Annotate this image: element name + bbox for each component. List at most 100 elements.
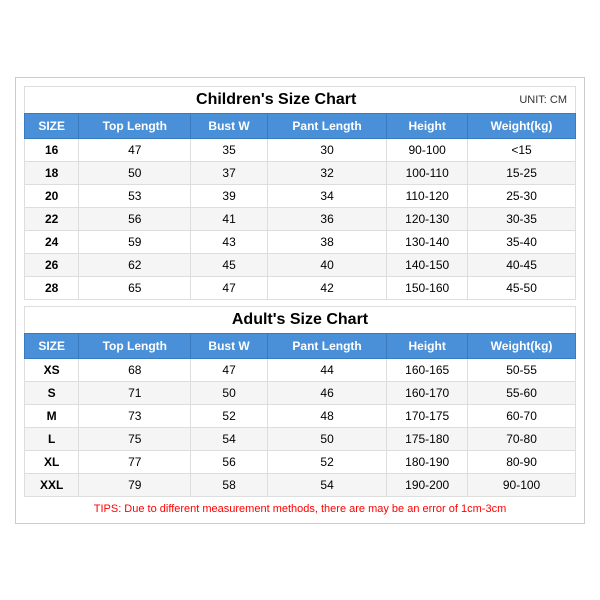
adult-col-top-length: Top Length [79, 333, 191, 358]
adult-chart-header: Adult's Size Chart [24, 306, 576, 333]
table-cell: 47 [191, 358, 268, 381]
table-row: XL775652180-19080-90 [25, 450, 576, 473]
table-cell: 30 [267, 138, 386, 161]
table-cell: 50 [267, 427, 386, 450]
table-cell: 170-175 [387, 404, 468, 427]
table-cell: 50 [79, 161, 191, 184]
table-cell: 150-160 [387, 276, 468, 299]
table-cell: 45 [191, 253, 268, 276]
table-row: 20533934110-12025-30 [25, 184, 576, 207]
table-cell: 46 [267, 381, 386, 404]
table-cell: 73 [79, 404, 191, 427]
table-cell: 140-150 [387, 253, 468, 276]
table-cell: 34 [267, 184, 386, 207]
adult-chart-title: Adult's Size Chart [33, 311, 567, 329]
tips-text: TIPS: Due to different measurement metho… [24, 503, 576, 515]
table-cell: 40 [267, 253, 386, 276]
table-row: XS684744160-16550-55 [25, 358, 576, 381]
table-row: 24594338130-14035-40 [25, 230, 576, 253]
table-cell: 55-60 [468, 381, 576, 404]
table-cell: 48 [267, 404, 386, 427]
children-chart-title: Children's Size Chart [33, 91, 519, 109]
table-cell: 36 [267, 207, 386, 230]
table-cell: 25-30 [468, 184, 576, 207]
table-cell: 68 [79, 358, 191, 381]
table-cell: 16 [25, 138, 79, 161]
table-cell: L [25, 427, 79, 450]
table-cell: 160-170 [387, 381, 468, 404]
adult-table-body: XS684744160-16550-55S715046160-17055-60M… [25, 358, 576, 496]
adult-table-header-row: SIZE Top Length Bust W Pant Length Heigh… [25, 333, 576, 358]
col-top-length: Top Length [79, 113, 191, 138]
table-cell: 47 [79, 138, 191, 161]
table-row: 1647353090-100<15 [25, 138, 576, 161]
table-cell: 180-190 [387, 450, 468, 473]
size-chart-container: Children's Size Chart UNIT: CM SIZE Top … [15, 77, 585, 524]
col-weight: Weight(kg) [468, 113, 576, 138]
table-cell: 77 [79, 450, 191, 473]
table-cell: 50 [191, 381, 268, 404]
col-pant-length: Pant Length [267, 113, 386, 138]
adult-size-table: SIZE Top Length Bust W Pant Length Heigh… [24, 333, 576, 497]
table-cell: 37 [191, 161, 268, 184]
table-cell: 40-45 [468, 253, 576, 276]
table-cell: 53 [79, 184, 191, 207]
table-cell: 79 [79, 473, 191, 496]
table-cell: 22 [25, 207, 79, 230]
table-cell: 39 [191, 184, 268, 207]
adult-col-bust-w: Bust W [191, 333, 268, 358]
children-size-table: SIZE Top Length Bust W Pant Length Heigh… [24, 113, 576, 300]
table-row: 26624540140-15040-45 [25, 253, 576, 276]
table-cell: 35 [191, 138, 268, 161]
adult-col-pant-length: Pant Length [267, 333, 386, 358]
table-cell: 54 [267, 473, 386, 496]
table-cell: 75 [79, 427, 191, 450]
table-cell: 71 [79, 381, 191, 404]
table-row: 22564136120-13030-35 [25, 207, 576, 230]
table-cell: 38 [267, 230, 386, 253]
adult-col-size: SIZE [25, 333, 79, 358]
table-cell: 59 [79, 230, 191, 253]
table-cell: S [25, 381, 79, 404]
table-cell: 56 [79, 207, 191, 230]
table-cell: 35-40 [468, 230, 576, 253]
table-cell: 58 [191, 473, 268, 496]
table-row: 28654742150-16045-50 [25, 276, 576, 299]
table-cell: 24 [25, 230, 79, 253]
table-cell: 100-110 [387, 161, 468, 184]
table-cell: 30-35 [468, 207, 576, 230]
children-chart-header: Children's Size Chart UNIT: CM [24, 86, 576, 113]
table-cell: 41 [191, 207, 268, 230]
table-cell: <15 [468, 138, 576, 161]
table-cell: 20 [25, 184, 79, 207]
table-cell: 130-140 [387, 230, 468, 253]
table-cell: 175-180 [387, 427, 468, 450]
table-cell: 15-25 [468, 161, 576, 184]
table-cell: XL [25, 450, 79, 473]
table-cell: 190-200 [387, 473, 468, 496]
table-cell: 43 [191, 230, 268, 253]
table-cell: 18 [25, 161, 79, 184]
table-cell: XXL [25, 473, 79, 496]
table-row: XXL795854190-20090-100 [25, 473, 576, 496]
table-row: M735248170-17560-70 [25, 404, 576, 427]
table-cell: 47 [191, 276, 268, 299]
table-cell: 52 [267, 450, 386, 473]
table-cell: 110-120 [387, 184, 468, 207]
table-cell: 160-165 [387, 358, 468, 381]
table-row: S715046160-17055-60 [25, 381, 576, 404]
table-cell: XS [25, 358, 79, 381]
table-cell: 26 [25, 253, 79, 276]
col-height: Height [387, 113, 468, 138]
col-bust-w: Bust W [191, 113, 268, 138]
col-size: SIZE [25, 113, 79, 138]
table-cell: 60-70 [468, 404, 576, 427]
table-cell: 45-50 [468, 276, 576, 299]
table-cell: 42 [267, 276, 386, 299]
table-cell: 70-80 [468, 427, 576, 450]
children-table-body: 1647353090-100<1518503732100-11015-25205… [25, 138, 576, 299]
table-cell: 54 [191, 427, 268, 450]
adult-col-height: Height [387, 333, 468, 358]
table-cell: 62 [79, 253, 191, 276]
table-cell: 28 [25, 276, 79, 299]
